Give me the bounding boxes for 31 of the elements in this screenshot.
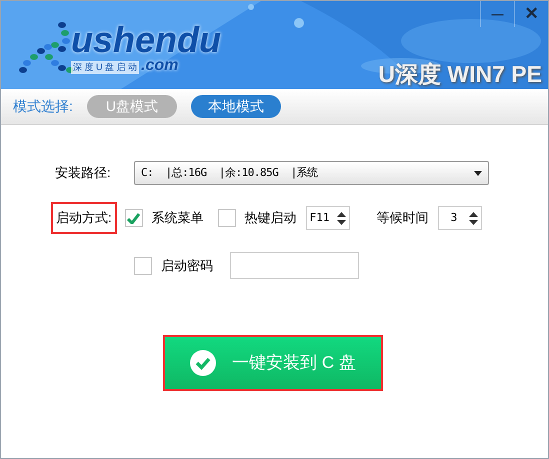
wait-time-value: 3: [450, 210, 458, 226]
password-field[interactable]: [230, 252, 359, 279]
close-button[interactable]: ✕: [514, 1, 548, 27]
product-title: U深度 WIN7 PE: [378, 60, 542, 89]
logo-wordmark: ushendu: [71, 22, 221, 58]
mode-label: 模式选择:: [13, 97, 73, 116]
checkbox[interactable]: [134, 256, 152, 274]
check-icon: [127, 212, 140, 224]
spinner-arrows-icon[interactable]: [468, 212, 478, 224]
hotkey-value: F11: [310, 210, 330, 226]
password-label: 启动密码: [161, 256, 213, 275]
option-label: 系统菜单: [152, 209, 204, 228]
logo-domain: .com: [141, 58, 178, 74]
install-path-value: C: |总:16G |余:10.85G |系统: [141, 164, 318, 181]
dropdown-caret-icon: [474, 170, 482, 176]
logo-tagline: 深 度 U 盘 启 动: [71, 60, 140, 74]
hotkey-spinner[interactable]: F11: [306, 206, 350, 230]
spinner-arrows-icon[interactable]: [336, 212, 346, 224]
wait-time-label: 等候时间: [376, 209, 429, 228]
checkbox[interactable]: [124, 209, 143, 227]
mode-tab[interactable]: U盘模式: [86, 95, 177, 118]
install-button[interactable]: 一键安装到 C 盘: [163, 335, 383, 391]
minimize-button[interactable]: —: [480, 1, 514, 27]
mode-tab[interactable]: 本地模式: [190, 95, 281, 118]
install-path-dropdown[interactable]: C: |总:16G |余:10.85G |系统: [134, 161, 489, 185]
wait-time-spinner[interactable]: 3: [438, 206, 482, 230]
install-path-label: 安装路径:: [55, 164, 112, 182]
checkbox[interactable]: [218, 209, 236, 227]
check-circle-icon: [190, 350, 216, 376]
option-label: 热键启动: [244, 209, 297, 228]
boot-mode-label: 启动方式:: [51, 202, 117, 234]
